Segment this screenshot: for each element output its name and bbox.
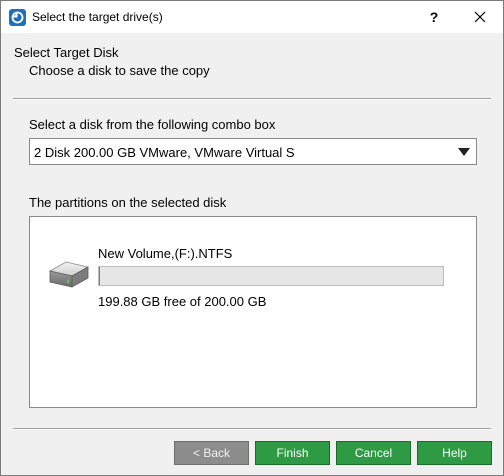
divider-top <box>13 98 491 100</box>
disk-combo-box[interactable]: 2 Disk 200.00 GB VMware, VMware Virtual … <box>29 138 477 165</box>
dialog-window: Select the target drive(s) ? Select Targ… <box>0 0 504 476</box>
window-title: Select the target drive(s) <box>32 10 163 24</box>
close-icon <box>474 11 486 23</box>
dialog-content: Select Target Disk Choose a disk to save… <box>1 33 503 475</box>
finish-button[interactable]: Finish <box>255 441 330 465</box>
page-subtitle: Choose a disk to save the copy <box>29 63 210 78</box>
app-logo-icon <box>9 9 26 26</box>
back-button[interactable]: < Back <box>174 441 249 465</box>
cancel-button[interactable]: Cancel <box>336 441 411 465</box>
partitions-label: The partitions on the selected disk <box>29 195 227 210</box>
close-button[interactable] <box>457 1 503 33</box>
title-bar[interactable]: Select the target drive(s) ? <box>1 1 503 33</box>
divider-bottom <box>13 428 491 430</box>
hard-drive-icon <box>48 261 90 288</box>
partition-free-space: 199.88 GB free of 200.00 GB <box>98 294 267 309</box>
title-help-button[interactable]: ? <box>411 1 457 33</box>
combo-label: Select a disk from the following combo b… <box>29 117 276 132</box>
help-button[interactable]: Help <box>417 441 492 465</box>
chevron-down-icon[interactable] <box>458 148 470 156</box>
combo-selected-value: 2 Disk 200.00 GB VMware, VMware Virtual … <box>34 145 295 160</box>
partitions-list: New Volume,(F:).NTFS 199.88 GB free of 2… <box>29 216 477 408</box>
partition-usage-bar <box>98 266 444 286</box>
page-title: Select Target Disk <box>14 45 119 60</box>
partition-name: New Volume,(F:).NTFS <box>98 246 233 261</box>
